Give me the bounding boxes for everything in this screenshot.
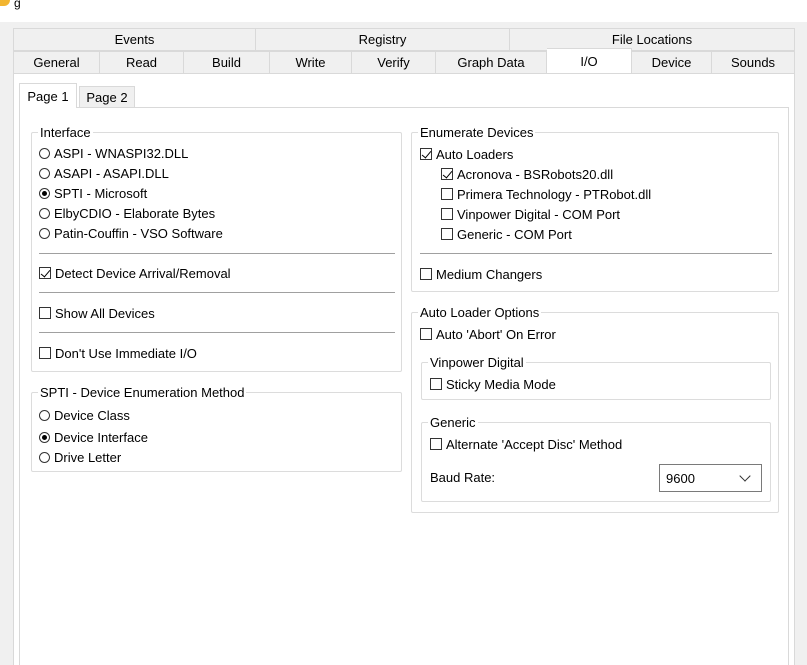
tab-registry[interactable]: Registry	[256, 28, 510, 51]
radio-label: ElbyCDIO - Elaborate Bytes	[54, 205, 216, 221]
radio-label: Patin-Couffin - VSO Software	[54, 225, 223, 241]
radio-patin-couffin[interactable]: Patin-Couffin - VSO Software	[39, 223, 395, 243]
radio-label: Device Class	[54, 407, 130, 423]
interface-group-title: Interface	[38, 125, 93, 140]
separator	[39, 253, 395, 254]
enumerate-devices-title: Enumerate Devices	[418, 125, 536, 140]
radio-button[interactable]	[39, 451, 50, 463]
checkbox-label: Sticky Media Mode	[446, 376, 556, 392]
tab-general[interactable]: General	[13, 51, 100, 74]
checkbox-label: Auto Loaders	[436, 146, 514, 162]
tab-events[interactable]: Events	[13, 28, 256, 51]
radio-label: ASAPI - ASAPI.DLL	[54, 165, 169, 181]
radio-label: Device Interface	[54, 429, 148, 445]
checkbox[interactable]	[420, 148, 432, 160]
separator	[420, 253, 772, 254]
checkbox[interactable]	[420, 268, 432, 280]
tab-row-top: Events Registry File Locations	[13, 28, 795, 51]
vinpower-checkbox-row[interactable]: Vinpower Digital - COM Port	[441, 204, 772, 224]
auto-abort-checkbox-row[interactable]: Auto 'Abort' On Error	[420, 324, 556, 344]
tab-row-bottom: General Read Build Write Verify Graph Da…	[13, 48, 795, 74]
checkbox[interactable]	[39, 267, 51, 279]
radio-button[interactable]	[39, 147, 50, 159]
baud-rate-select[interactable]: 9600	[659, 464, 762, 492]
subtab-page1[interactable]: Page 1	[19, 83, 77, 108]
alternate-accept-checkbox-row[interactable]: Alternate 'Accept Disc' Method	[430, 434, 622, 454]
window-title: g	[14, 0, 21, 10]
radio-label: ASPI - WNASPI32.DLL	[54, 145, 189, 161]
checkbox[interactable]	[441, 228, 453, 240]
app-icon	[0, 0, 10, 6]
radio-button[interactable]	[39, 167, 50, 179]
radio-aspi[interactable]: ASPI - WNASPI32.DLL	[39, 143, 395, 163]
detect-arrival-checkbox-row[interactable]: Detect Device Arrival/Removal	[39, 263, 395, 283]
auto-loader-options-title: Auto Loader Options	[418, 305, 542, 320]
checkbox-label: Alternate 'Accept Disc' Method	[446, 436, 623, 452]
checkbox-label: Vinpower Digital - COM Port	[457, 206, 621, 222]
radio-device-interface[interactable]: Device Interface	[39, 427, 148, 447]
radio-label: SPTI - Microsoft	[54, 185, 148, 201]
tab-sounds[interactable]: Sounds	[712, 51, 795, 74]
radio-drive-letter[interactable]: Drive Letter	[39, 447, 148, 467]
subtab-page2[interactable]: Page 2	[79, 86, 135, 108]
tab-io[interactable]: I/O	[547, 48, 632, 74]
checkbox[interactable]	[430, 438, 442, 450]
interface-options: ASPI - WNASPI32.DLL ASAPI - ASAPI.DLL SP…	[39, 143, 395, 363]
radio-button[interactable]	[39, 187, 50, 199]
baud-rate-value: 9600	[666, 470, 695, 486]
radio-button[interactable]	[39, 227, 50, 239]
tab-write[interactable]: Write	[270, 51, 352, 74]
radio-elbycdio[interactable]: ElbyCDIO - Elaborate Bytes	[39, 203, 395, 223]
checkbox[interactable]	[39, 307, 51, 319]
generic-group-title: Generic	[428, 415, 478, 430]
checkbox[interactable]	[420, 328, 432, 340]
radio-asapi[interactable]: ASAPI - ASAPI.DLL	[39, 163, 395, 183]
baud-rate-label: Baud Rate:	[430, 470, 496, 485]
separator	[39, 332, 395, 333]
generic-com-checkbox-row[interactable]: Generic - COM Port	[441, 224, 772, 244]
checkbox-label: Primera Technology - PTRobot.dll	[457, 186, 652, 202]
sticky-media-checkbox-row[interactable]: Sticky Media Mode	[430, 374, 556, 394]
tab-verify[interactable]: Verify	[352, 51, 436, 74]
radio-button[interactable]	[39, 431, 50, 443]
loader-list: Acronova - BSRobots20.dll Primera Techno…	[441, 164, 772, 244]
checkbox-label: Don't Use Immediate I/O	[55, 345, 197, 361]
acronova-checkbox-row[interactable]: Acronova - BSRobots20.dll	[441, 164, 772, 184]
checkbox-label: Medium Changers	[436, 266, 543, 282]
primera-checkbox-row[interactable]: Primera Technology - PTRobot.dll	[441, 184, 772, 204]
checkbox-label: Acronova - BSRobots20.dll	[457, 166, 614, 182]
tab-build[interactable]: Build	[184, 51, 270, 74]
title-bar: g	[0, 0, 807, 22]
checkbox[interactable]	[430, 378, 442, 390]
tab-device[interactable]: Device	[632, 51, 712, 74]
dont-use-immediate-checkbox-row[interactable]: Don't Use Immediate I/O	[39, 343, 395, 363]
checkbox[interactable]	[39, 347, 51, 359]
separator	[39, 292, 395, 293]
spti-options: Device Class Device Interface Drive Lett…	[39, 405, 148, 467]
radio-device-class[interactable]: Device Class	[39, 405, 148, 425]
tab-read[interactable]: Read	[100, 51, 184, 74]
chevron-down-icon	[739, 470, 751, 482]
medium-changers-checkbox-row[interactable]: Medium Changers	[420, 264, 772, 284]
checkbox-label: Generic - COM Port	[457, 226, 572, 242]
checkbox[interactable]	[441, 188, 453, 200]
radio-spti[interactable]: SPTI - Microsoft	[39, 183, 395, 203]
radio-label: Drive Letter	[54, 449, 122, 465]
tab-graph-data[interactable]: Graph Data	[436, 51, 547, 74]
checkbox-label: Auto 'Abort' On Error	[436, 326, 556, 342]
checkbox-label: Detect Device Arrival/Removal	[55, 265, 231, 281]
checkbox[interactable]	[441, 208, 453, 220]
enumerate-devices-content: Auto Loaders Acronova - BSRobots20.dll P…	[420, 144, 772, 284]
checkbox-label: Show All Devices	[55, 305, 155, 321]
auto-loaders-checkbox-row[interactable]: Auto Loaders	[420, 144, 772, 164]
checkbox[interactable]	[441, 168, 453, 180]
vinpower-group-title: Vinpower Digital	[428, 355, 526, 370]
radio-button[interactable]	[39, 207, 50, 219]
radio-button[interactable]	[39, 409, 50, 421]
spti-group-title: SPTI - Device Enumeration Method	[38, 385, 247, 400]
show-all-devices-checkbox-row[interactable]: Show All Devices	[39, 303, 395, 323]
